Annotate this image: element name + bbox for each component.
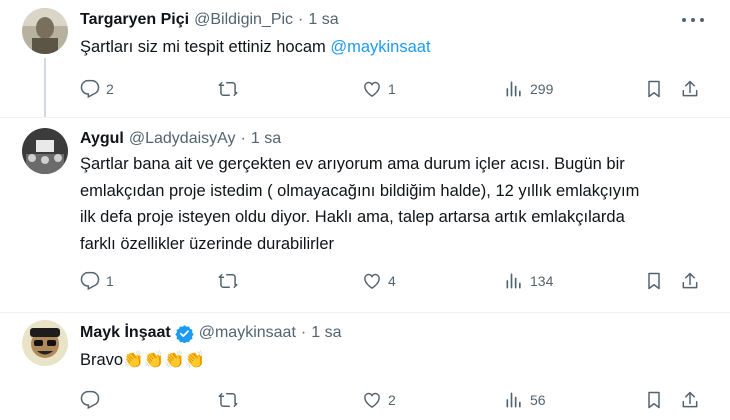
reply-button[interactable]: 2 [80, 77, 114, 101]
share-icon [682, 391, 698, 408]
timestamp[interactable]: 1 sa [308, 11, 338, 29]
avatar[interactable] [22, 320, 68, 366]
share-icon [682, 272, 698, 289]
reply-icon [80, 390, 100, 410]
timestamp[interactable]: 1 sa [251, 130, 281, 148]
tweet-text: Şartlar bana ait ve gerçekten ev arıyoru… [80, 151, 700, 257]
like-button[interactable]: 1 [362, 77, 396, 101]
views-icon [506, 392, 521, 408]
retweet-icon [218, 274, 238, 288]
retweet-icon [218, 82, 238, 96]
bookmark-button[interactable] [644, 269, 664, 293]
tweet-1[interactable]: Targaryen Piçi @Bildigin_Pic · 1 sa Şart… [0, 0, 730, 120]
like-count: 4 [388, 273, 396, 289]
author-handle[interactable]: @maykinsaat [199, 324, 296, 342]
retweet-button[interactable] [218, 388, 244, 412]
timestamp[interactable]: 1 sa [311, 324, 341, 342]
tweet-2[interactable]: Aygul @LadydaisyAy · 1 sa Şartlar bana a… [0, 118, 730, 314]
tweet-text-line: emlakçıdan proje istedim ( olmayacağını … [80, 181, 640, 200]
share-button[interactable] [680, 77, 700, 101]
retweet-icon [218, 393, 238, 407]
tweet-text: Bravo👏👏👏👏 [80, 347, 700, 374]
reply-icon [80, 271, 100, 291]
views-icon [506, 81, 521, 97]
like-button[interactable]: 2 [362, 388, 396, 412]
bookmark-button[interactable] [644, 77, 664, 101]
bookmark-icon [648, 272, 660, 290]
view-count: 299 [530, 81, 554, 97]
author-handle[interactable]: @LadydaisyAy [129, 130, 236, 148]
tweet-text-main: Bravo [80, 351, 124, 369]
retweet-button[interactable] [218, 77, 244, 101]
bookmark-icon [648, 391, 660, 409]
separator-dot: · [300, 324, 307, 341]
separator-dot: · [240, 130, 246, 147]
verified-badge-icon [175, 324, 194, 343]
heart-icon [364, 392, 380, 408]
like-count: 2 [388, 392, 396, 408]
mention-link[interactable]: @maykinsaat [330, 38, 430, 56]
avatar[interactable] [22, 8, 68, 54]
share-button[interactable] [680, 269, 700, 293]
tweet-text-main: Şartları siz mi tespit ettiniz hocam [80, 38, 331, 56]
more-icon[interactable] [682, 13, 704, 27]
tweet-text-line: Şartlar bana ait ve gerçekten ev arıyoru… [80, 155, 625, 173]
author-name[interactable]: Targaryen Piçi [80, 11, 189, 29]
heart-icon [364, 273, 380, 289]
reply-button[interactable] [80, 388, 106, 412]
like-button[interactable]: 4 [362, 269, 396, 293]
reply-count: 1 [106, 273, 114, 289]
tweet-text: Şartları siz mi tespit ettiniz hocam @ma… [80, 34, 700, 61]
retweet-button[interactable] [218, 269, 244, 293]
share-icon [682, 80, 698, 97]
reply-icon [80, 79, 100, 99]
separator-dot: · [298, 11, 304, 28]
views-button[interactable]: 134 [504, 269, 553, 293]
like-count: 1 [388, 81, 396, 97]
bookmark-button[interactable] [644, 388, 664, 412]
bookmark-icon [648, 80, 660, 98]
share-button[interactable] [680, 388, 700, 412]
author-name[interactable]: Mayk İnşaat [80, 324, 171, 342]
tweet-text-line: ilk defa proje isteyen oldu diyor. Haklı… [80, 208, 625, 226]
author-name[interactable]: Aygul [80, 130, 124, 148]
views-icon [506, 273, 521, 289]
reply-button[interactable]: 1 [80, 269, 114, 293]
tweet-text-line: farklı özellikler üzerinde durabilirler [80, 234, 335, 253]
heart-icon [364, 81, 380, 97]
avatar[interactable] [22, 128, 68, 174]
reply-count: 2 [106, 81, 114, 97]
views-button[interactable]: 56 [504, 388, 546, 412]
views-button[interactable]: 299 [504, 77, 553, 101]
view-count: 134 [530, 273, 554, 289]
tweet-3[interactable]: Mayk İnşaat @maykinsaat · 1 sa Bravo👏👏👏👏… [0, 313, 730, 420]
clap-emoji: 👏👏👏👏 [123, 351, 206, 369]
view-count: 56 [530, 392, 546, 408]
author-handle[interactable]: @Bildigin_Pic [194, 11, 293, 29]
